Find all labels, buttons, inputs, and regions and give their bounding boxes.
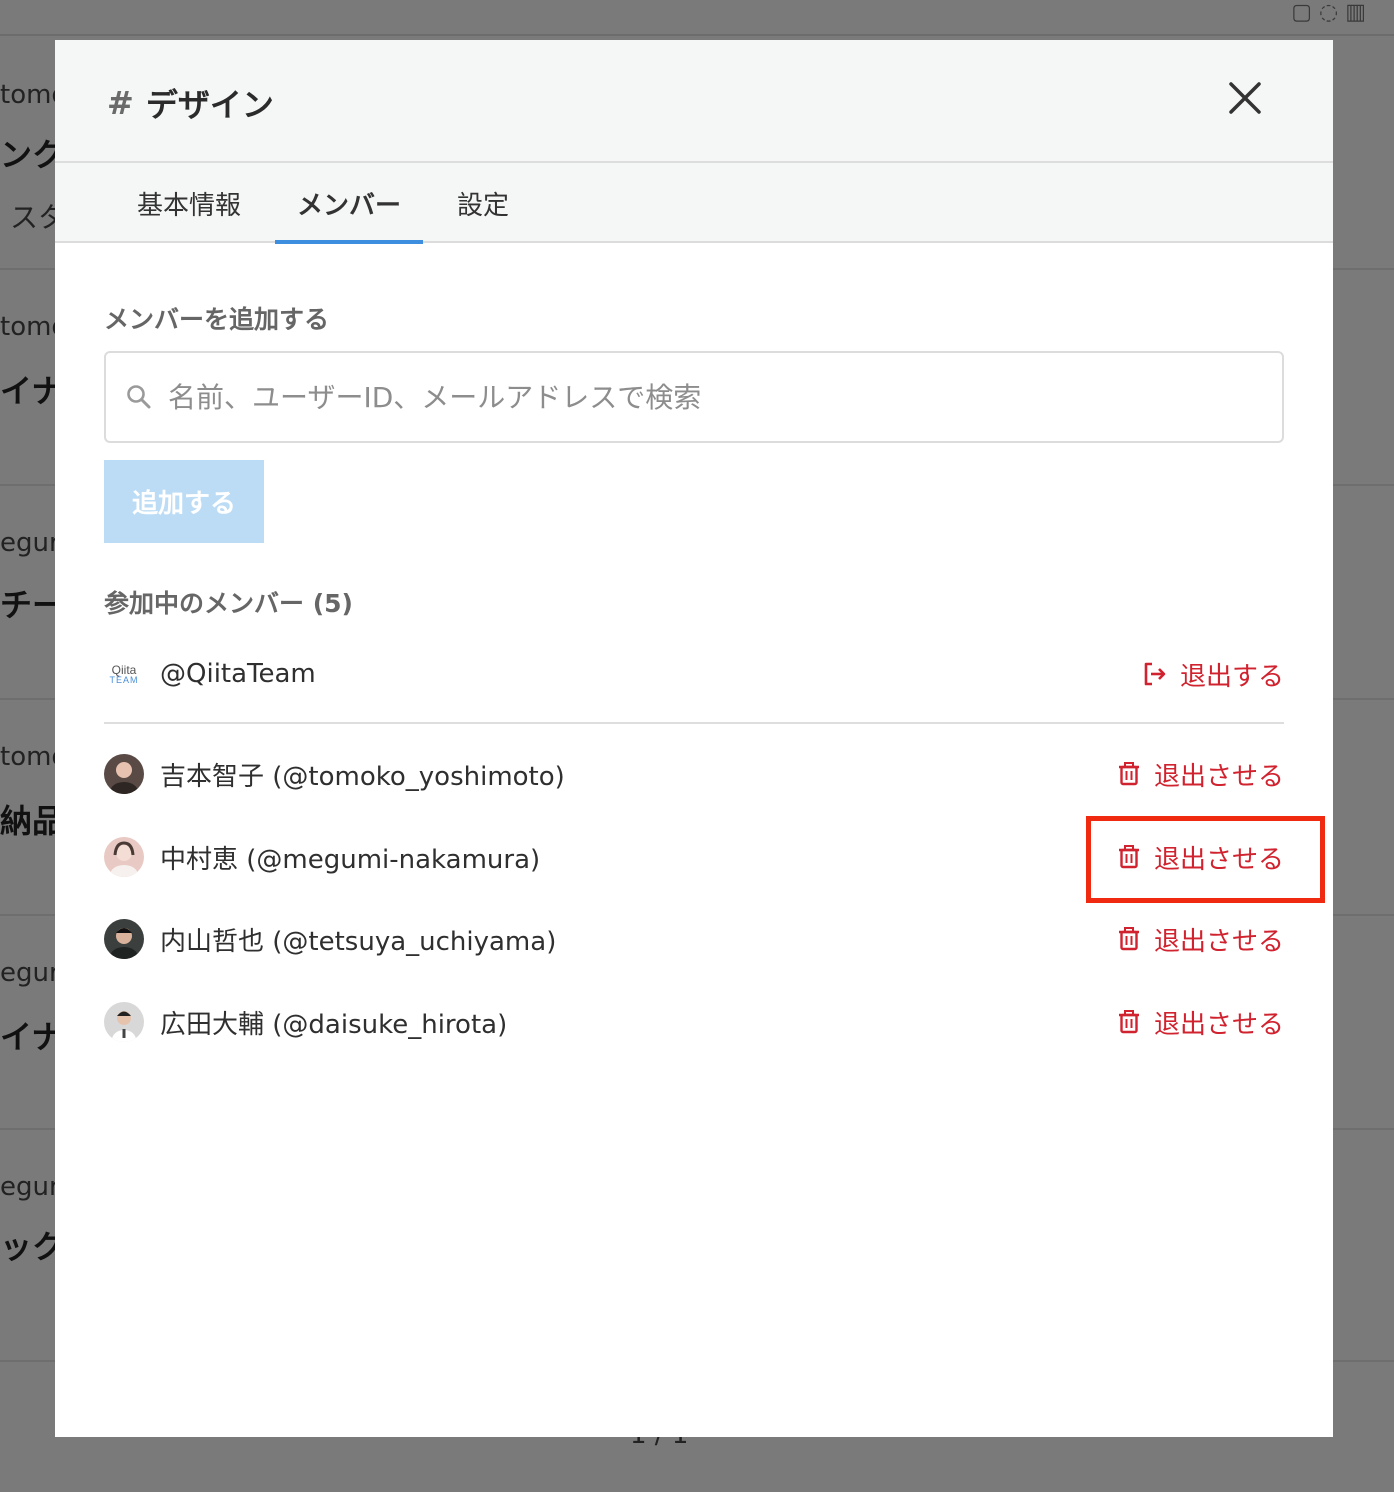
remove-member-label: 退出させる	[1153, 926, 1284, 957]
avatar	[104, 919, 144, 959]
avatar-image	[112, 1011, 136, 1042]
exit-icon	[1144, 662, 1166, 686]
remove-member-button[interactable]: 退出させる	[1116, 756, 1284, 793]
tab-settings[interactable]: 設定	[435, 163, 531, 243]
member-name: @QiitaTeam	[160, 659, 316, 689]
trash-icon	[1118, 1010, 1139, 1034]
member-search-box	[104, 351, 1284, 443]
close-icon	[1229, 82, 1261, 114]
qiita-logo-team-text: TEAM	[109, 674, 139, 685]
member-name: 広田大輔 (@daisuke_hirota)	[160, 1009, 508, 1040]
avatar-image	[110, 762, 138, 794]
member-name: 吉本智子 (@tomoko_yoshimoto)	[160, 761, 565, 792]
modal-title-row: # デザイン	[107, 80, 274, 126]
hash-icon: #	[107, 84, 134, 122]
background-top-icons: ▢ ◌ ▥	[1291, 0, 1366, 25]
member-search-input[interactable]	[168, 357, 1282, 437]
remove-member-label: 退出させる	[1153, 761, 1284, 792]
qiita-team-logo: Qiita TEAM	[104, 654, 144, 694]
avatar-image	[110, 841, 138, 877]
background-row-title: イナ	[0, 372, 64, 410]
member-row: 内山哲也 (@tetsuya_uchiyama) 退出させる	[104, 909, 1284, 969]
member-row: 吉本智子 (@tomoko_yoshimoto) 退出させる	[104, 744, 1284, 804]
background-topbar: ▢ ◌ ▥	[0, 0, 1394, 36]
trash-icon	[1118, 927, 1139, 951]
add-member-button[interactable]: 追加する	[104, 460, 264, 543]
background-row-title: イナ	[0, 1018, 64, 1056]
remove-member-label: 退出させる	[1153, 1009, 1284, 1040]
search-icon	[127, 385, 151, 409]
qiita-logo-text: Qiita	[111, 662, 137, 677]
trash-icon	[1118, 845, 1139, 869]
members-count: (5)	[312, 589, 353, 618]
avatar-image	[110, 928, 138, 959]
background-row-author: egur	[0, 958, 60, 988]
member-list-divider	[104, 722, 1284, 724]
members-heading: 参加中のメンバー (5)	[104, 584, 353, 620]
remove-member-button[interactable]: 退出させる	[1116, 921, 1284, 958]
avatar	[104, 837, 144, 877]
background-row-author: egur	[0, 1172, 60, 1202]
remove-member-label: 退出させる	[1153, 844, 1284, 875]
add-member-label: メンバーを追加する	[104, 305, 330, 334]
leave-button-label: 退出する	[1179, 661, 1284, 692]
member-row: 広田大輔 (@daisuke_hirota) 退出させる	[104, 992, 1284, 1052]
modal-tabs: 基本情報 メンバー 設定	[115, 163, 543, 244]
modal-header: # デザイン 基本情報 メンバー 設定	[55, 40, 1333, 244]
modal-title: デザイン	[145, 86, 274, 124]
member-row-self: Qiita TEAM @QiitaTeam 退出する	[104, 644, 1284, 704]
remove-member-button[interactable]: 退出させる	[1116, 1004, 1284, 1041]
close-button[interactable]	[1225, 78, 1265, 118]
members-label: 参加中のメンバー	[104, 589, 305, 618]
leave-button[interactable]: 退出する	[1142, 656, 1284, 693]
tab-members[interactable]: メンバー	[275, 163, 424, 244]
avatar	[104, 1002, 144, 1042]
remove-member-button[interactable]: 退出させる	[1116, 839, 1284, 876]
member-name: 中村恵 (@megumi-nakamura)	[160, 844, 541, 875]
trash-icon	[1118, 762, 1139, 786]
channel-settings-modal: # デザイン 基本情報 メンバー 設定 メンバーを追加する 追加する 参加中のメ…	[55, 40, 1333, 1437]
member-name: 内山哲也 (@tetsuya_uchiyama)	[160, 926, 557, 957]
member-row: 中村恵 (@megumi-nakamura) 退出させる	[104, 827, 1284, 887]
background-row-author: egur	[0, 528, 60, 558]
avatar	[104, 754, 144, 794]
tab-basic-info[interactable]: 基本情報	[115, 163, 263, 243]
